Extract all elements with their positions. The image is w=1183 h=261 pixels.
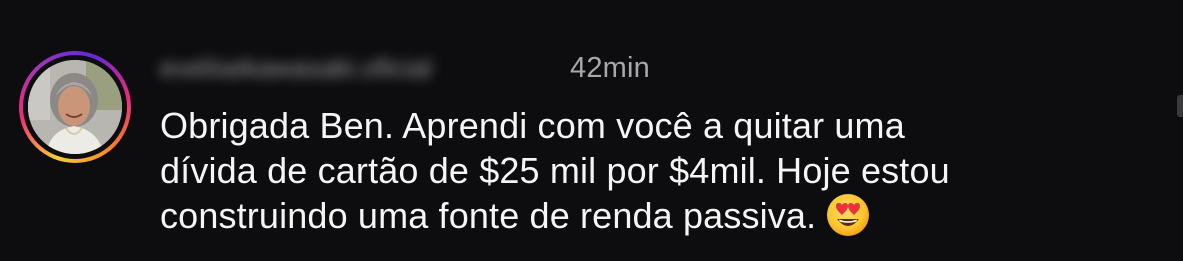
username[interactable]: evelisekawasaki.oficial (160, 52, 564, 84)
timestamp: 42min (570, 52, 650, 84)
comment-line-text: construindo uma fonte de renda passiva. (160, 195, 817, 236)
story-ring[interactable] (19, 51, 131, 163)
scroll-indicator (1177, 95, 1183, 117)
comment-text: Obrigada Ben. Aprendi com você a quitar … (160, 103, 1160, 238)
comment-line: dívida de cartão de $25 mil por $4mil. H… (160, 150, 950, 191)
avatar[interactable] (28, 60, 122, 154)
comment-line: Obrigada Ben. Aprendi com você a quitar … (160, 105, 905, 146)
profile-photo (28, 60, 122, 154)
heart-eyes-emoji-icon (827, 194, 870, 236)
comment-item: evelisekawasaki.oficial 42min Obrigada B… (0, 0, 1183, 261)
comment-line-last: construindo uma fonte de renda passiva. (160, 193, 1160, 238)
